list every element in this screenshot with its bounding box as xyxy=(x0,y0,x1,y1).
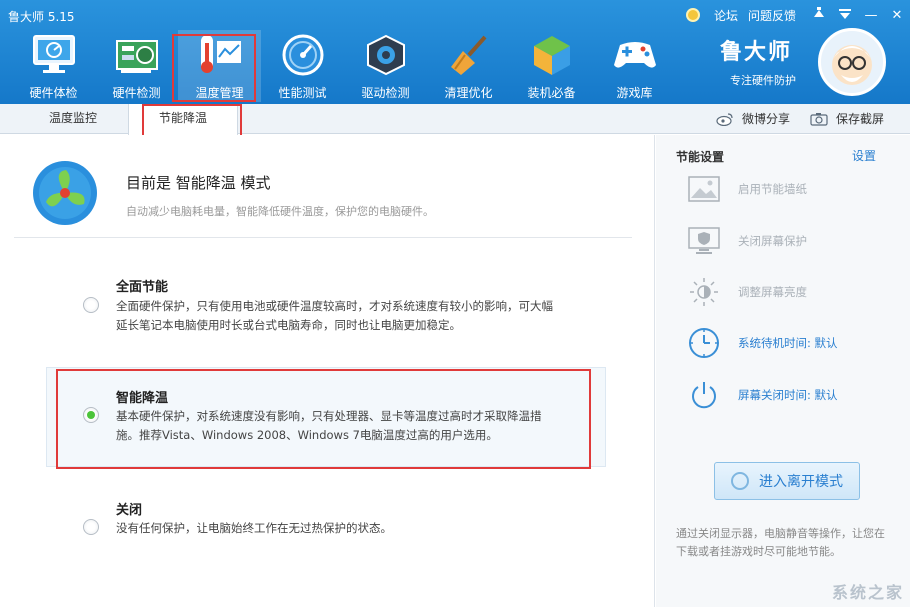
option-title: 全面节能 xyxy=(116,280,169,295)
fan-icon xyxy=(32,160,98,226)
clock-icon xyxy=(731,472,749,490)
nav-hardware-checkup[interactable]: 硬件体检 xyxy=(12,30,95,102)
radio-full-saving[interactable] xyxy=(83,297,99,313)
brand-tagline: 专注硬件防护 xyxy=(730,74,796,87)
side-title: 节能设置 xyxy=(676,150,725,164)
nav-label: 硬件体检 xyxy=(29,86,78,100)
nav-label: 硬件检测 xyxy=(112,86,161,100)
setting-label: 关闭屏幕保护 xyxy=(738,234,807,248)
setting-label: 系统待机时间: 默认 xyxy=(738,336,838,350)
nav-cleanup[interactable]: 清理优化 xyxy=(427,30,510,102)
forum-link[interactable]: 论坛 xyxy=(714,7,738,24)
gamepad-icon xyxy=(612,32,658,78)
side-note: 通过关闭显示器，电脑静音等操作，让您在下载或者挂游戏时尽可能地节能。 xyxy=(676,527,885,558)
camera-icon xyxy=(810,112,828,126)
power-icon xyxy=(686,377,722,413)
screen-shield-icon xyxy=(686,223,722,259)
mode-title: 目前是 智能降温 模式 xyxy=(126,174,271,192)
monitor-icon xyxy=(31,32,77,78)
brightness-icon xyxy=(686,274,722,310)
option-description-line1: 没有任何保护，让电脑始终工作在无过热保护的状态。 xyxy=(116,521,392,535)
enter-away-mode-label: 进入离开模式 xyxy=(759,474,843,490)
setting-screen-off-time[interactable]: 屏幕关闭时间: 默认 xyxy=(686,377,906,413)
nav-label: 清理优化 xyxy=(444,86,493,100)
nav-label: 驱动检测 xyxy=(361,86,410,100)
nav-essentials[interactable]: 装机必备 xyxy=(510,30,593,102)
main-nav: 硬件体检 硬件检测 温度管理 性能测试 驱动检测 清理优化 装机必备 游戏库 xyxy=(12,30,676,102)
circuit-board-icon xyxy=(114,32,160,78)
nav-driver[interactable]: 驱动检测 xyxy=(344,30,427,102)
close-button[interactable]: ✕ xyxy=(884,8,910,23)
setting-label: 启用节能墙纸 xyxy=(738,182,807,196)
weibo-share-label: 微博分享 xyxy=(742,112,791,126)
nav-label: 装机必备 xyxy=(527,86,576,100)
tab-temperature-monitor[interactable]: 温度监控 xyxy=(18,104,128,134)
nav-label: 性能测试 xyxy=(278,86,327,100)
menu-icon[interactable] xyxy=(832,8,858,23)
option-description-line1: 全面硬件保护，只有使用电池或硬件温度较高时，才对系统速度有较小的影响，可大幅 xyxy=(116,299,553,313)
brand: 鲁大师 专注硬件防护 xyxy=(720,34,796,88)
setting-label: 调整屏幕亮度 xyxy=(738,285,807,299)
medal-icon[interactable] xyxy=(685,8,700,22)
wallpaper-icon xyxy=(686,171,722,207)
minimize-button[interactable]: — xyxy=(858,8,884,23)
nav-label: 游戏库 xyxy=(616,86,653,100)
gear-box-icon xyxy=(363,32,409,78)
nav-performance[interactable]: 性能测试 xyxy=(261,30,344,102)
setting-wallpaper[interactable]: 启用节能墙纸 xyxy=(686,171,906,207)
header-bar: 鲁大师 5.15 论坛 问题反馈 — ✕ 硬件体检 硬件检测 温度管理 性能测试… xyxy=(0,0,910,104)
app-title: 鲁大师 5.15 xyxy=(8,10,75,24)
setting-label: 屏幕关闭时间: 默认 xyxy=(738,388,838,402)
clock-icon xyxy=(686,325,722,361)
highlight-frame xyxy=(172,34,256,102)
divider xyxy=(14,237,632,238)
skin-icon[interactable] xyxy=(806,7,832,23)
weibo-icon xyxy=(716,112,734,126)
save-screenshot-button[interactable]: 保存截屏 xyxy=(810,110,884,127)
settings-link[interactable]: 设置 xyxy=(852,147,876,164)
avatar[interactable] xyxy=(818,28,886,96)
feedback-link[interactable]: 问题反馈 xyxy=(748,7,796,24)
cube-icon xyxy=(529,32,575,78)
energy-settings-panel: 节能设置 设置 启用节能墙纸 关闭屏幕保护 调整屏幕亮度 系统待机时间: 默认 … xyxy=(656,135,910,607)
setting-standby-time[interactable]: 系统待机时间: 默认 xyxy=(686,325,906,361)
weibo-share-button[interactable]: 微博分享 xyxy=(716,110,790,127)
enter-away-mode-button[interactable]: 进入离开模式 xyxy=(714,462,860,500)
highlight-frame xyxy=(56,369,591,469)
option-title: 关闭 xyxy=(116,503,143,518)
nav-hardware-detect[interactable]: 硬件检测 xyxy=(95,30,178,102)
setting-screensaver[interactable]: 关闭屏幕保护 xyxy=(686,223,906,259)
nav-games[interactable]: 游戏库 xyxy=(593,30,676,102)
radio-off[interactable] xyxy=(83,519,99,535)
broom-icon xyxy=(446,32,492,78)
top-right-controls: 论坛 问题反馈 — ✕ xyxy=(685,4,910,26)
mode-description: 自动减少电脑耗电量，智能降低硬件温度，保护您的电脑硬件。 xyxy=(126,205,434,218)
speedometer-icon xyxy=(280,32,326,78)
save-screenshot-label: 保存截屏 xyxy=(836,112,885,126)
option-description-line2: 延长笔记本电脑使用时长或台式电脑寿命，同时也让电脑更加稳定。 xyxy=(116,318,461,332)
brand-name: 鲁大师 xyxy=(720,40,793,65)
watermark: 系统之家 xyxy=(831,583,904,602)
setting-brightness[interactable]: 调整屏幕亮度 xyxy=(686,274,906,310)
